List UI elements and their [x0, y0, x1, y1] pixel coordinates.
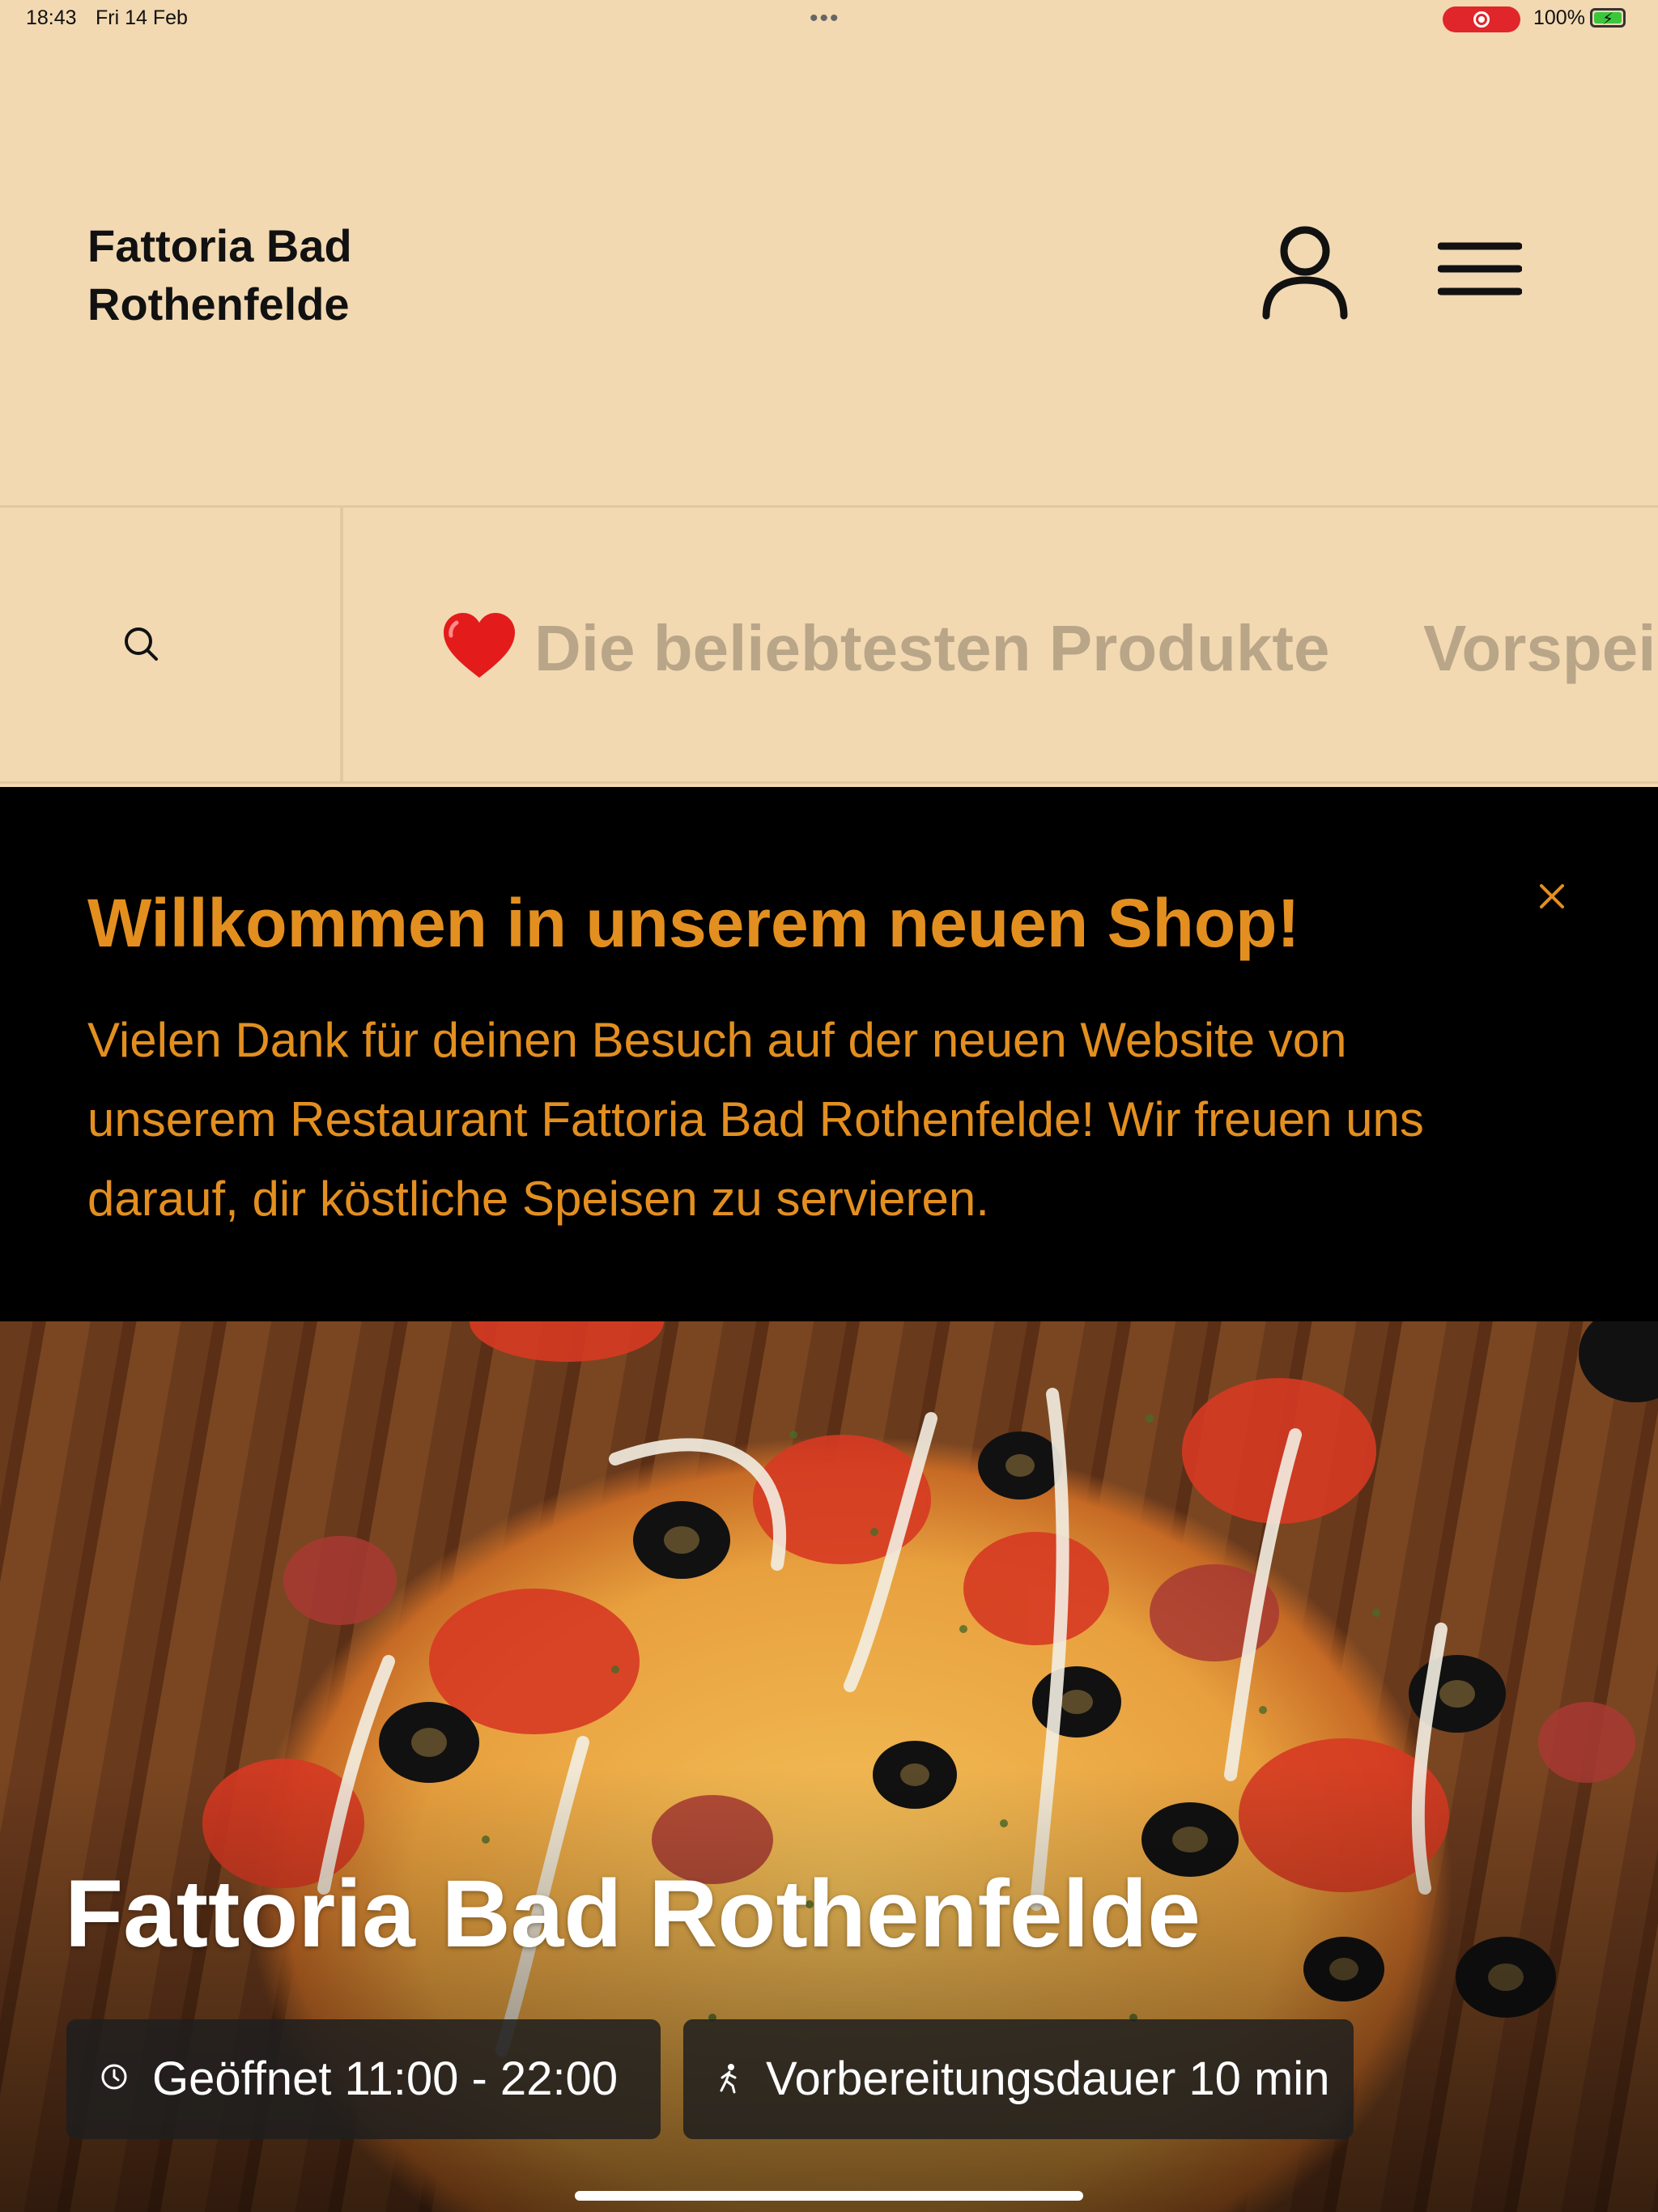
screen-recording-icon — [1443, 6, 1520, 32]
category-starters[interactable]: Vorspei — [1423, 611, 1656, 686]
account-button[interactable] — [1260, 223, 1350, 321]
opening-hours-text: Geöffnet 11:00 - 22:00 — [152, 2052, 619, 2105]
preparation-time-text: Vorbereitungsdauer 10 min — [766, 2052, 1330, 2105]
status-bar: 18:43 Fri 14 Feb ••• 100% ⚡ — [0, 0, 1658, 39]
status-time: 18:43 — [26, 6, 77, 29]
status-date: Fri 14 Feb — [96, 6, 188, 29]
battery-icon: ⚡ — [1590, 8, 1626, 28]
brand-line-2: Rothenfelde — [87, 279, 350, 330]
banner-close-button[interactable] — [1533, 878, 1571, 915]
hamburger-icon — [1437, 242, 1523, 296]
category-scroller[interactable]: Die beliebtesten Produkte Vorspei — [346, 508, 1658, 781]
banner-title: Willkommen in unserem neuen Shop! — [87, 885, 1300, 961]
banner-text: Vielen Dank für deinen Besuch auf der ne… — [87, 1013, 1424, 1226]
welcome-banner: Willkommen in unserem neuen Shop! Vielen… — [0, 787, 1658, 1321]
hero-section: Fattoria Bad Rothenfelde Geöffnet 11:00 … — [0, 1321, 1658, 2212]
close-icon — [1540, 884, 1564, 908]
restaurant-title: Fattoria Bad Rothenfelde — [65, 1861, 1201, 1967]
menu-button[interactable] — [1437, 240, 1523, 298]
category-bar: Die beliebtesten Produkte Vorspei — [0, 505, 1658, 784]
multitasking-dots[interactable]: ••• — [810, 5, 840, 32]
clock-icon — [101, 2064, 127, 2090]
battery-percentage: 100% — [1533, 6, 1585, 29]
heart-icon — [444, 613, 515, 678]
brand-line-1: Fattoria Bad — [87, 220, 352, 271]
search-icon — [125, 627, 158, 661]
search-button[interactable] — [0, 508, 343, 781]
opening-hours-badge: Geöffnet 11:00 - 22:00 — [66, 2019, 661, 2139]
home-indicator[interactable] — [575, 2191, 1083, 2201]
user-icon — [1262, 226, 1348, 320]
brand-name[interactable]: Fattoria Bad Rothenfelde — [87, 217, 352, 334]
preparation-time-badge: Vorbereitungsdauer 10 min — [683, 2019, 1354, 2139]
category-popular[interactable]: Die beliebtesten Produkte — [534, 611, 1329, 686]
walking-icon — [720, 2064, 737, 2094]
